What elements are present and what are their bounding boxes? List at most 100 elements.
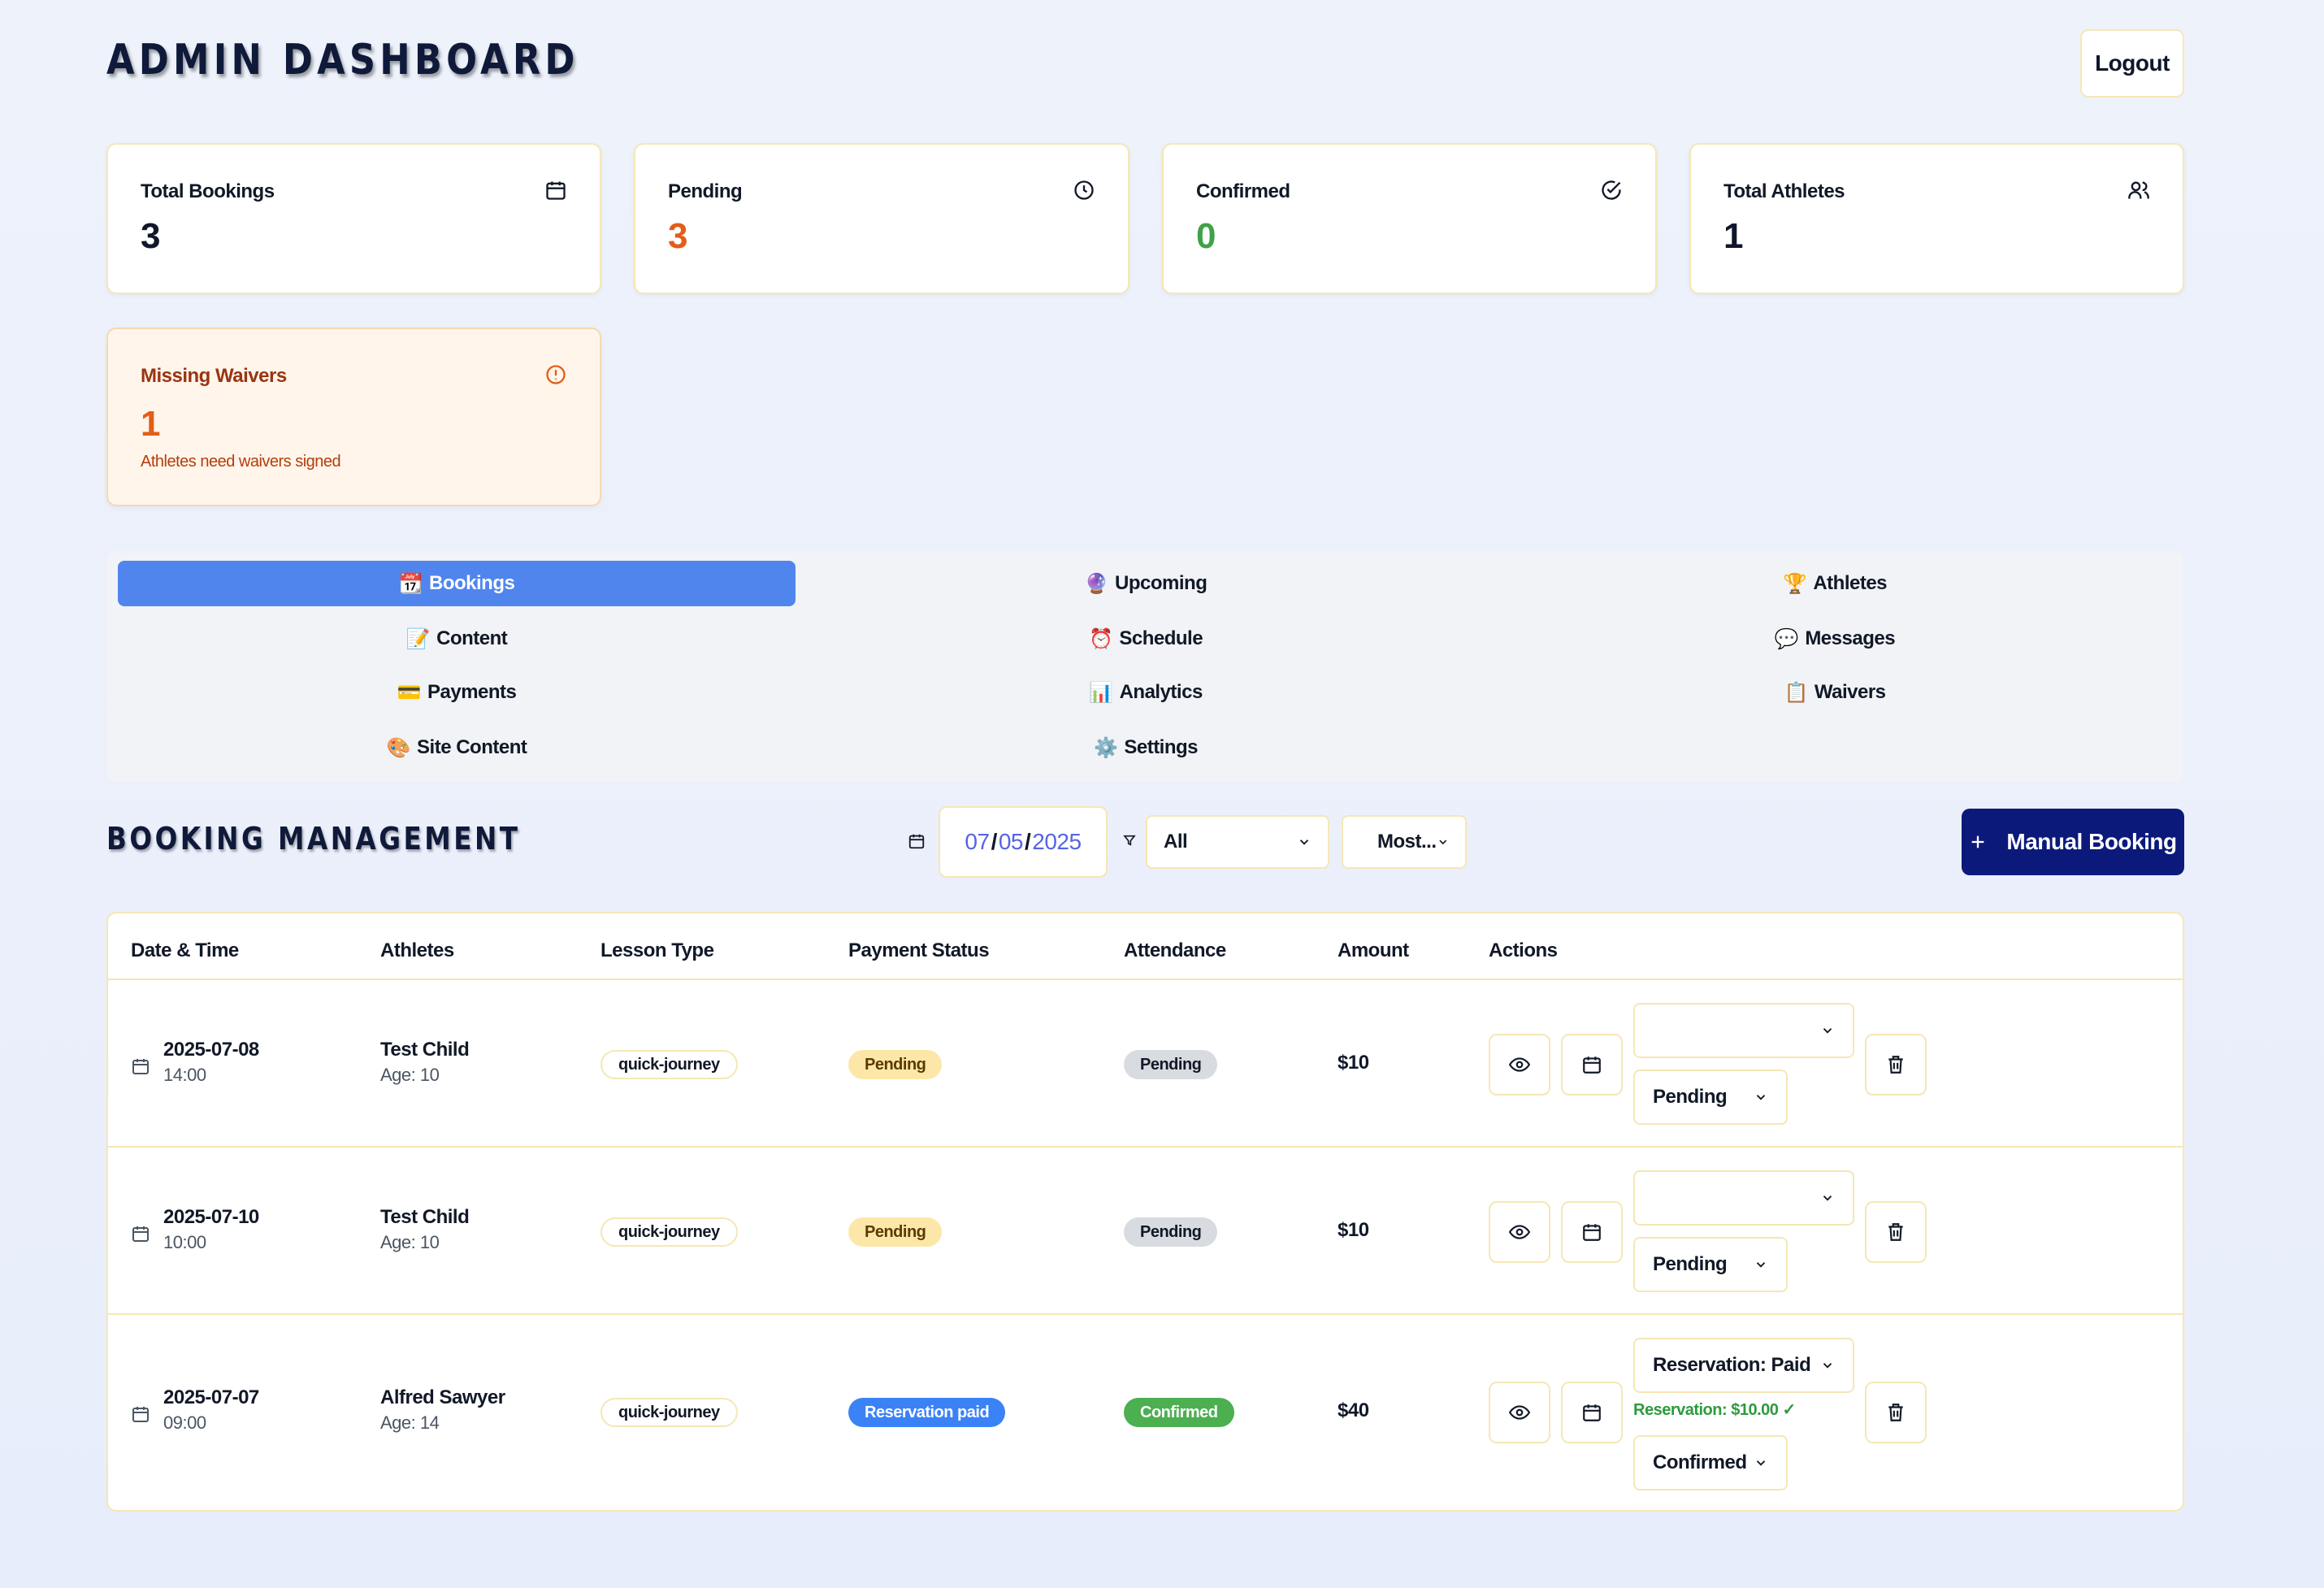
stat-value: 1 <box>1723 216 1744 256</box>
tab-messages[interactable]: 💬 Messages <box>1496 616 2174 662</box>
payment-status-badge: Pending <box>848 1050 943 1079</box>
amount: $10 <box>1338 1219 1369 1241</box>
booking-date: 2025-07-10 <box>163 1206 259 1228</box>
credit-card-icon: 💳 <box>397 681 422 704</box>
attendance-badge: Confirmed <box>1124 1398 1234 1427</box>
select-value: Confirmed <box>1653 1451 1747 1473</box>
tab-site-content[interactable]: 🎨 Site Content <box>118 725 796 770</box>
eye-icon <box>1509 1225 1530 1239</box>
select-value: Reservation: Paid <box>1653 1354 1811 1376</box>
attendance-select[interactable]: Confirmed <box>1633 1435 1788 1490</box>
trash-icon <box>1888 1223 1903 1241</box>
reschedule-button[interactable] <box>1561 1034 1623 1096</box>
tab-payments[interactable]: 💳 Payments <box>118 670 796 715</box>
delete-button[interactable] <box>1865 1382 1927 1443</box>
delete-button[interactable] <box>1865 1201 1927 1263</box>
logout-button[interactable]: Logout <box>2080 29 2184 98</box>
tab-waivers[interactable]: 📋 Waivers <box>1496 670 2174 715</box>
chevron-down-icon <box>1756 1095 1766 1100</box>
tab-athletes[interactable]: 🏆 Athletes <box>1496 561 2174 606</box>
stat-subtext: Athletes need waivers signed <box>141 453 341 471</box>
payment-status-badge: Reservation paid <box>848 1398 1006 1427</box>
delete-button[interactable] <box>1865 1034 1927 1096</box>
alert-circle-icon <box>546 365 566 384</box>
tab-label: Analytics <box>1119 681 1203 703</box>
payment-status-select[interactable]: Reservation: Paid <box>1633 1338 1854 1393</box>
lesson-type-badge: quick-journey <box>601 1217 738 1247</box>
tab-content[interactable]: 📝 Content <box>118 616 796 662</box>
calendar-icon <box>908 834 925 849</box>
select-value: Pending <box>1653 1086 1728 1108</box>
column-header: Date & Time <box>131 939 239 961</box>
date-filter-input[interactable]: 07/05/2025 <box>939 806 1108 878</box>
palette-icon: 🎨 <box>386 736 411 759</box>
calendar-icon <box>1583 1056 1601 1074</box>
manual-booking-button[interactable]: Manual Booking <box>1962 809 2184 875</box>
stat-card-confirmed: Confirmed 0 <box>1162 143 1657 294</box>
view-button[interactable] <box>1489 1201 1550 1263</box>
payment-status-select[interactable] <box>1633 1170 1854 1226</box>
trash-icon <box>1888 1056 1903 1074</box>
table-row: 2025-07-10 10:00 Test Child Age: 10 quic… <box>108 1146 2183 1313</box>
eye-icon <box>1509 1057 1530 1072</box>
clipboard-icon: 📋 <box>1784 681 1808 704</box>
payment-status-badge: Pending <box>848 1217 943 1247</box>
plus-icon <box>1972 835 1984 848</box>
stat-value: 1 <box>141 404 161 444</box>
reservation-paid-note: Reservation: $10.00 ✓ <box>1633 1401 1796 1419</box>
booking-time: 10:00 <box>163 1232 206 1252</box>
payment-status-select[interactable] <box>1633 1003 1854 1058</box>
date-day: 05 <box>998 829 1024 854</box>
column-header: Amount <box>1338 939 1409 961</box>
stat-card-total-athletes: Total Athletes 1 <box>1689 143 2184 294</box>
bar-chart-icon: 📊 <box>1089 681 1113 704</box>
stat-card-missing-waivers: Missing Waivers 1 Athletes need waivers … <box>106 328 601 506</box>
tab-upcoming[interactable]: 🔮 Upcoming <box>807 561 1485 606</box>
calendar-icon <box>132 1059 149 1074</box>
stat-value: 3 <box>141 216 161 256</box>
chevron-down-icon <box>1756 1460 1766 1466</box>
attendance-badge: Pending <box>1124 1050 1218 1079</box>
tab-analytics[interactable]: 📊 Analytics <box>807 670 1485 715</box>
column-header: Lesson Type <box>601 939 714 961</box>
date-year: 2025 <box>1032 829 1082 854</box>
bookings-table: Date & Time Athletes Lesson Type Payment… <box>106 912 2184 1512</box>
status-filter-select[interactable]: All <box>1146 815 1329 869</box>
tab-label: Site Content <box>417 736 527 758</box>
table-row: 2025-07-07 09:00 Alfred Sawyer Age: 14 q… <box>108 1313 2183 1510</box>
eye-icon <box>1509 1405 1530 1420</box>
athlete-age: Age: 10 <box>380 1232 440 1252</box>
tab-label: Settings <box>1124 736 1199 758</box>
stat-label: Total Bookings <box>141 180 275 202</box>
chevron-down-icon <box>1756 1262 1766 1268</box>
amount: $40 <box>1338 1399 1369 1421</box>
trash-icon <box>1888 1404 1903 1421</box>
reschedule-button[interactable] <box>1561 1382 1623 1443</box>
booking-time: 14:00 <box>163 1065 206 1085</box>
tab-label: Athletes <box>1813 572 1888 594</box>
attendance-badge: Pending <box>1124 1217 1218 1247</box>
page-title: ADMIN DASHBOARD <box>106 36 579 85</box>
speech-bubble-icon: 💬 <box>1774 627 1799 650</box>
tab-bookings[interactable]: 📆 Bookings <box>118 561 796 606</box>
attendance-select[interactable]: Pending <box>1633 1237 1788 1292</box>
select-value: Most... <box>1377 831 1437 853</box>
tab-label: Messages <box>1805 627 1896 649</box>
amount: $10 <box>1338 1052 1369 1074</box>
calendar-icon <box>546 181 566 200</box>
gear-icon: ⚙️ <box>1093 736 1118 759</box>
tab-schedule[interactable]: ⏰ Schedule <box>807 616 1485 662</box>
attendance-select[interactable]: Pending <box>1633 1070 1788 1125</box>
column-header: Payment Status <box>848 939 990 961</box>
view-button[interactable] <box>1489 1034 1550 1096</box>
view-button[interactable] <box>1489 1382 1550 1443</box>
column-header: Actions <box>1489 939 1558 961</box>
sort-select[interactable]: Most... <box>1342 815 1467 869</box>
booking-date: 2025-07-08 <box>163 1039 259 1061</box>
clock-icon <box>1074 180 1094 200</box>
reschedule-button[interactable] <box>1561 1201 1623 1263</box>
stat-card-pending: Pending 3 <box>634 143 1129 294</box>
tab-settings[interactable]: ⚙️ Settings <box>807 725 1485 770</box>
calendar-emoji-icon: 📆 <box>398 572 423 595</box>
athlete-name: Test Child <box>380 1039 470 1061</box>
